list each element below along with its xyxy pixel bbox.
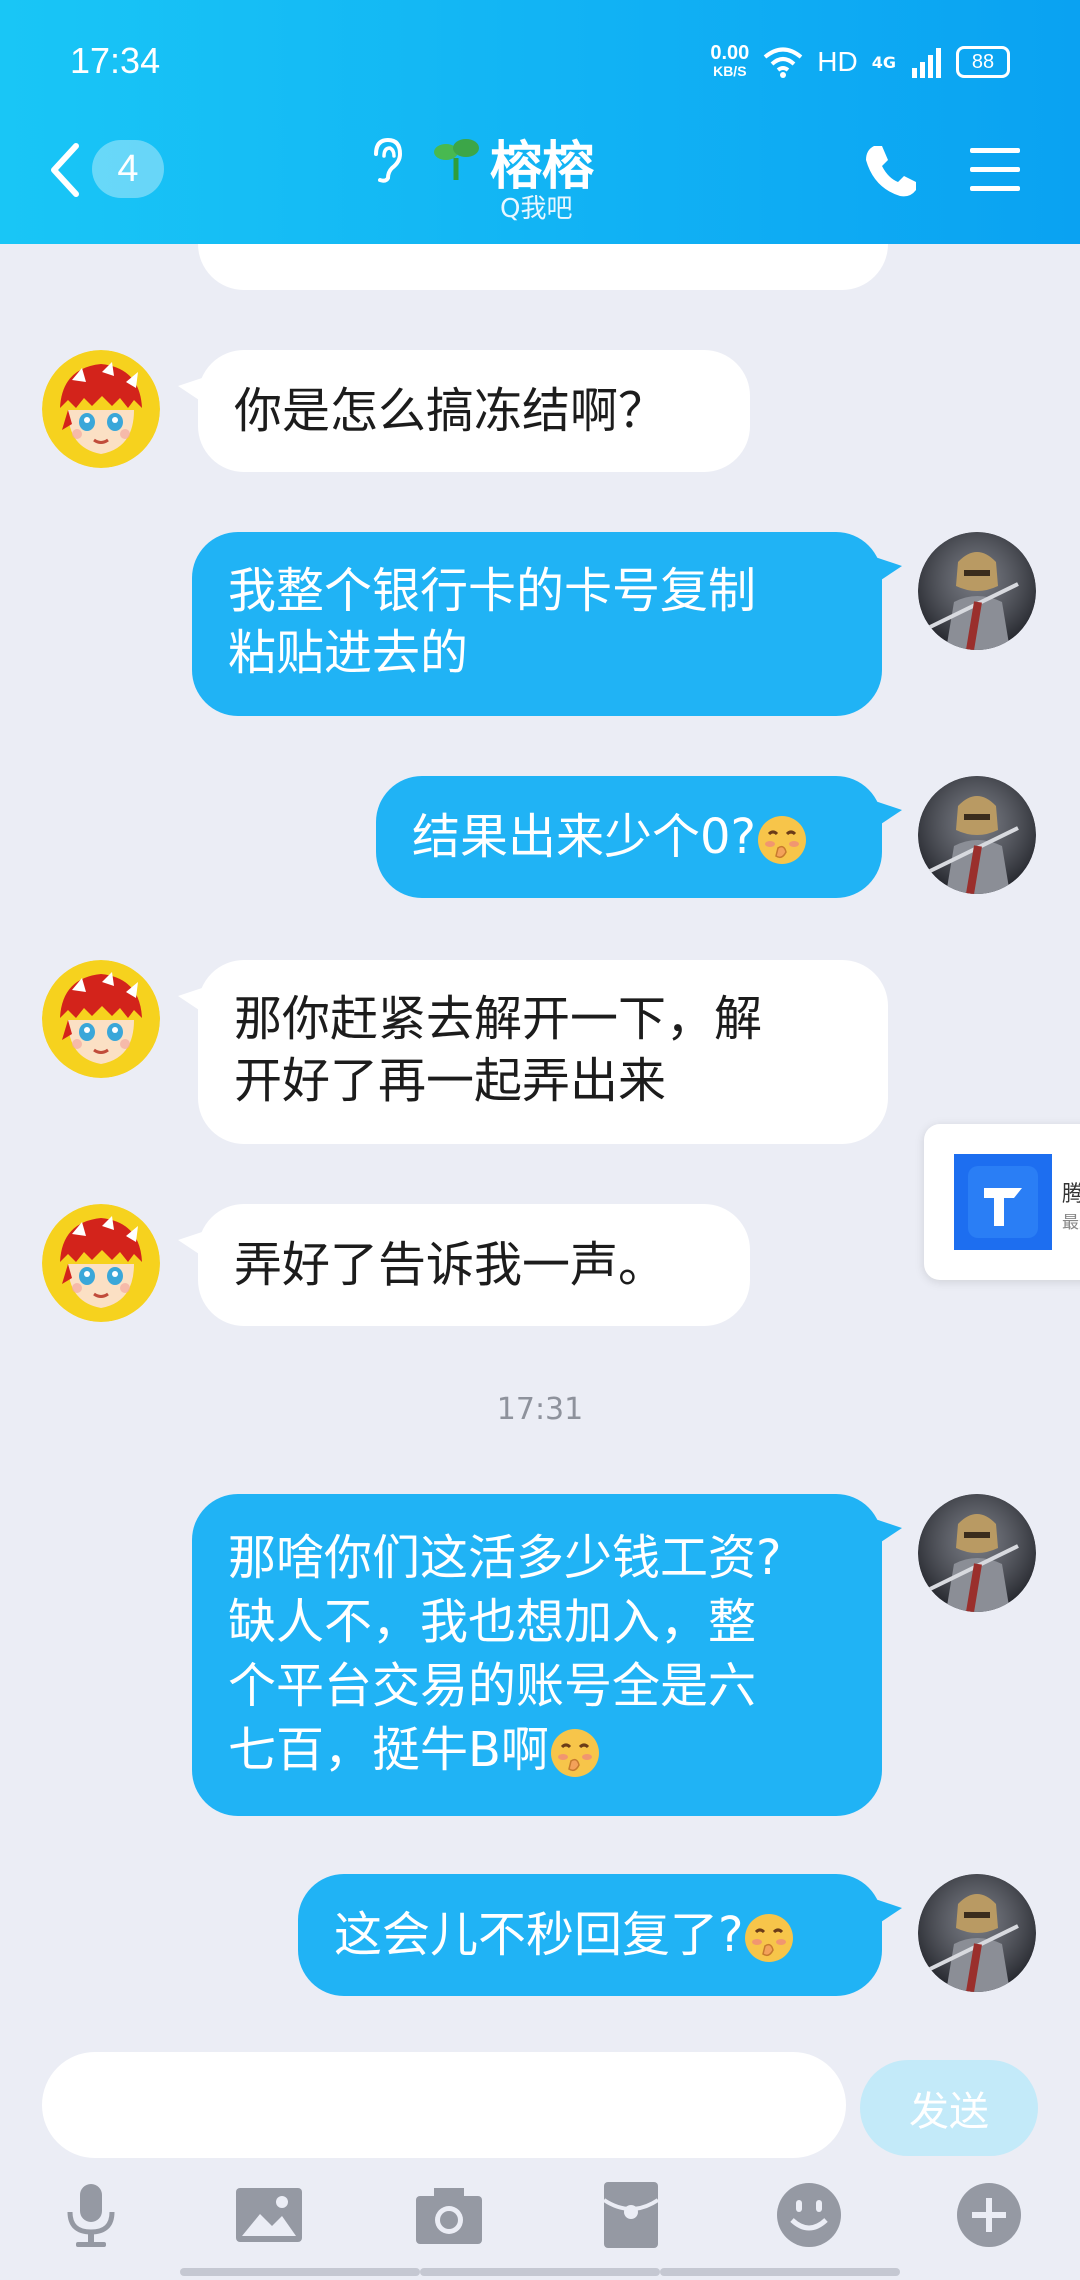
message-list[interactable]: 你是怎么搞冻结啊？ 我整个银行卡的卡号复制 粘贴进去的 结果出来少个0? 那你赶… bbox=[0, 244, 1080, 2044]
user-avatar[interactable] bbox=[918, 532, 1036, 650]
user-avatar[interactable] bbox=[918, 776, 1036, 894]
user-avatar[interactable] bbox=[918, 1874, 1036, 1992]
message-text-line: 我整个银行卡的卡号复制 bbox=[228, 563, 757, 619]
contact-avatar[interactable] bbox=[42, 350, 160, 468]
message-bubble[interactable]: 我整个银行卡的卡号复制 粘贴进去的 bbox=[192, 532, 882, 716]
net-speed-unit: KB/S bbox=[713, 63, 747, 79]
network-type: 4G bbox=[871, 52, 896, 72]
shush-face-emoji-icon bbox=[756, 814, 808, 866]
message-bubble[interactable]: 那你赶紧去解开一下，解 开好了再一起弄出来 bbox=[198, 960, 888, 1144]
message-text: 结果出来少个0? bbox=[412, 809, 757, 865]
floating-card-subtitle: 最近 bbox=[1062, 1213, 1080, 1233]
battery-indicator: 88 bbox=[956, 46, 1010, 78]
contact-avatar[interactable] bbox=[42, 1204, 160, 1322]
status-indicators: 0.00 KB/S HD 4G 88 bbox=[710, 42, 1010, 80]
emoji-icon[interactable] bbox=[774, 2180, 844, 2250]
message-bubble[interactable]: 弄好了告诉我一声。 bbox=[198, 1204, 750, 1326]
message-text-line: 个平台交易的账号全是六 bbox=[228, 1658, 757, 1714]
message-text-line: 粘贴进去的 bbox=[228, 625, 469, 681]
message-text-line: 缺人不，我也想加入，整 bbox=[228, 1594, 757, 1650]
signal-icon bbox=[912, 48, 941, 78]
message-text-line: 七百，挺牛B啊 bbox=[228, 1722, 549, 1778]
plus-icon[interactable] bbox=[954, 2180, 1024, 2250]
message-bubble[interactable]: 你是怎么搞冻结啊？ bbox=[198, 350, 750, 472]
message-bubble[interactable]: 那啥你们这活多少钱工资? 缺人不，我也想加入，整 个平台交易的账号全是六 七百，… bbox=[192, 1494, 882, 1816]
floating-app-card[interactable]: 腾讯 最近 bbox=[924, 1124, 1080, 1280]
red-packet-icon[interactable] bbox=[596, 2180, 666, 2250]
message-text: 弄好了告诉我一声。 bbox=[234, 1237, 667, 1293]
net-speed: 0.00 KB/S bbox=[710, 42, 750, 80]
message-text: 你是怎么搞冻结啊？ bbox=[234, 383, 667, 439]
ear-icon[interactable] bbox=[366, 136, 404, 184]
contact-status: Q我吧 bbox=[500, 194, 573, 224]
phone-icon[interactable] bbox=[862, 142, 920, 200]
microphone-icon[interactable] bbox=[56, 2180, 126, 2250]
send-button[interactable]: 发送 bbox=[860, 2060, 1038, 2156]
message-bubble-partial[interactable] bbox=[198, 244, 888, 290]
message-text: 这会儿不秒回复了? bbox=[334, 1907, 744, 1963]
message-text-line: 那啥你们这活多少钱工资? bbox=[228, 1530, 782, 1586]
message-bubble[interactable]: 这会儿不秒回复了? bbox=[298, 1874, 882, 1996]
chat-header: 17:34 0.00 KB/S HD 4G 88 4 榕榕 Q我吧 bbox=[0, 0, 1080, 244]
message-text-line: 开好了再一起弄出来 bbox=[234, 1053, 667, 1109]
unread-count-badge[interactable]: 4 bbox=[92, 140, 164, 198]
shush-face-emoji-icon bbox=[549, 1727, 601, 1779]
message-text-line: 那你赶紧去解开一下，解 bbox=[234, 991, 763, 1047]
shush-face-emoji-icon bbox=[743, 1912, 795, 1964]
contact-avatar[interactable] bbox=[42, 960, 160, 1078]
message-input[interactable] bbox=[42, 2052, 846, 2158]
toolbar-indicator bbox=[420, 2268, 660, 2276]
camera-icon[interactable] bbox=[414, 2180, 484, 2250]
sprout-icon bbox=[434, 139, 479, 180]
back-chevron-icon[interactable] bbox=[44, 140, 84, 200]
wifi-icon bbox=[764, 47, 803, 78]
toolbar-indicator bbox=[180, 2268, 420, 2276]
user-avatar[interactable] bbox=[918, 1494, 1036, 1612]
menu-icon[interactable] bbox=[968, 146, 1022, 194]
time-separator: 17:31 bbox=[496, 1392, 584, 1427]
hd-indicator: HD bbox=[817, 46, 858, 77]
message-bubble[interactable]: 结果出来少个0? bbox=[376, 776, 882, 898]
toolbar-indicator bbox=[660, 2268, 900, 2276]
app-logo-icon bbox=[954, 1154, 1052, 1250]
net-speed-value: 0.00 bbox=[710, 42, 750, 64]
floating-card-title: 腾讯 bbox=[1062, 1182, 1080, 1207]
image-icon[interactable] bbox=[234, 2180, 304, 2250]
status-time: 17:34 bbox=[70, 40, 161, 81]
